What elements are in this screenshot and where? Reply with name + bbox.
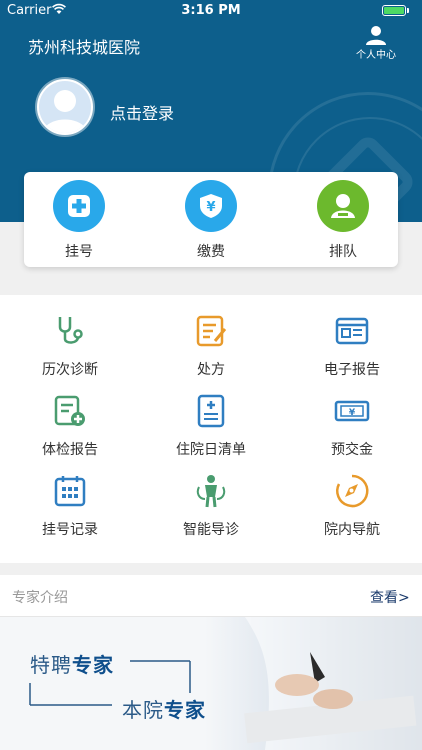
default-avatar-icon — [39, 81, 91, 133]
person-queue-icon — [317, 180, 369, 232]
smart-guide-label: 智能导诊 — [183, 522, 239, 538]
banner-hospital-experts: 本院专家 — [122, 694, 206, 723]
checkup-report-label: 体检报告 — [42, 442, 98, 458]
e-report-button[interactable]: 电子报告 — [292, 313, 412, 383]
register-button[interactable]: 挂号 — [34, 180, 124, 261]
smart-guide-button[interactable]: 智能导诊 — [151, 473, 271, 543]
banner-connector-lines — [29, 660, 191, 706]
inpatient-list-label: 住院日清单 — [176, 442, 246, 458]
deposit-label: 预交金 — [331, 442, 373, 458]
services-panel: 历次诊断 处方 电子报告 体检报告 住院日清单 ¥ 预交金 挂号记录 智能导诊 … — [0, 295, 422, 563]
inpatient-list-icon — [197, 394, 225, 428]
expert-section-header: 专家介绍 查看> — [0, 575, 422, 617]
banner-line1-a: 特聘 — [30, 653, 72, 677]
svg-text:¥: ¥ — [206, 200, 215, 215]
inpatient-list-button[interactable]: 住院日清单 — [151, 393, 271, 463]
personal-center-button[interactable]: 个人中心 — [352, 25, 400, 61]
stethoscope-icon — [58, 317, 83, 344]
prescription-icon — [196, 315, 227, 347]
register-record-label: 挂号记录 — [42, 522, 98, 538]
e-report-icon — [335, 317, 369, 345]
e-report-label: 电子报告 — [324, 362, 380, 378]
guide-person-icon — [196, 475, 226, 508]
prescription-label: 处方 — [197, 362, 225, 378]
battery-icon — [382, 5, 406, 16]
hospital-name: 苏州科技城医院 — [28, 38, 141, 57]
deposit-button[interactable]: ¥ 预交金 — [292, 393, 412, 463]
quick-actions-card: 挂号 ¥ 缴费 排队 — [24, 172, 398, 267]
plus-badge-icon — [53, 180, 105, 232]
calendar-record-icon — [54, 476, 86, 507]
hospital-navigation-label: 院内导航 — [324, 522, 380, 538]
status-time: 3:16 PM — [181, 3, 241, 18]
banner-line2-a: 本院 — [122, 698, 164, 722]
status-bar: Carrier 3:16 PM — [0, 0, 422, 22]
prescription-button[interactable]: 处方 — [151, 313, 271, 383]
banner-special-experts: 特聘专家 — [30, 649, 114, 678]
expert-section-title: 专家介绍 — [12, 590, 68, 606]
checkup-report-button[interactable]: 体检报告 — [10, 393, 130, 463]
register-label: 挂号 — [65, 244, 93, 260]
queue-label: 排队 — [329, 244, 357, 260]
register-record-button[interactable]: 挂号记录 — [10, 473, 130, 543]
queue-button[interactable]: 排队 — [298, 180, 388, 261]
banner-line1-b: 专家 — [72, 653, 114, 677]
personal-center-label: 个人中心 — [356, 50, 396, 61]
svg-text:¥: ¥ — [349, 408, 356, 418]
avatar[interactable] — [37, 79, 93, 135]
diagnosis-history-label: 历次诊断 — [42, 362, 98, 378]
yen-shield-icon: ¥ — [185, 180, 237, 232]
battery-tip — [407, 8, 409, 13]
expert-banner[interactable]: 特聘专家 本院专家 — [0, 617, 422, 750]
compass-icon — [336, 474, 369, 508]
login-link[interactable]: 点击登录 — [110, 100, 174, 124]
payment-label: 缴费 — [197, 244, 225, 260]
checkup-report-icon — [54, 395, 85, 426]
diagnosis-history-button[interactable]: 历次诊断 — [10, 313, 130, 383]
deposit-icon: ¥ — [334, 400, 370, 422]
hospital-navigation-button[interactable]: 院内导航 — [292, 473, 412, 543]
user-icon — [366, 26, 386, 45]
banner-line2-b: 专家 — [164, 698, 206, 722]
payment-button[interactable]: ¥ 缴费 — [166, 180, 256, 261]
view-more-link[interactable]: 查看> — [370, 587, 410, 607]
